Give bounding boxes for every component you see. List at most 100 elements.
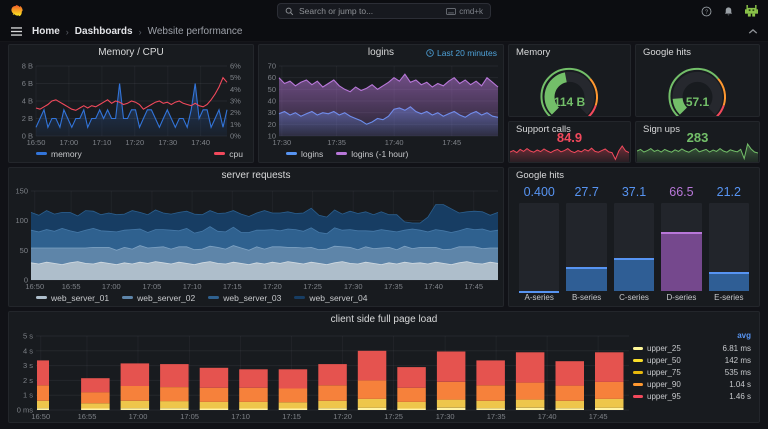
stat-value: 84.9 [556,130,583,145]
svg-text:16:50: 16:50 [31,412,50,421]
collapse-nav-button[interactable] [748,28,758,35]
svg-text:17:30: 17:30 [344,282,363,291]
svg-text:17:40: 17:40 [424,282,443,291]
stat-value: 283 [686,130,709,145]
bar-value: 37.1 [621,185,647,199]
svg-text:17:05: 17:05 [180,412,199,421]
help-button[interactable]: ? [701,6,712,17]
svg-text:17:30: 17:30 [158,138,177,147]
svg-text:3%: 3% [230,97,241,106]
avatar [745,4,758,17]
breadcrumb-current: Website performance [147,26,243,37]
svg-text:17:35: 17:35 [384,282,403,291]
svg-text:17:40: 17:40 [385,138,404,147]
legend-swatch [633,371,643,374]
legend-item[interactable]: web_server_02 [122,293,195,303]
svg-text:150: 150 [15,187,28,196]
bar-category-label: D-series [666,293,697,302]
svg-text:0%: 0% [230,132,241,141]
notifications-button[interactable] [723,6,734,17]
legend-item[interactable]: logins [286,149,323,159]
panel-logins: logins Last 20 minutes 10 20 30 40 50 60 70 17:… [258,44,504,163]
legend-swatch [208,296,220,299]
svg-text:16:55: 16:55 [62,282,81,291]
breadcrumb-dashboards[interactable]: Dashboards [75,26,133,37]
svg-text:17:30: 17:30 [436,412,455,421]
panel-title[interactable]: server requests [9,168,503,184]
legend-item[interactable]: web_server_04 [294,293,368,303]
logins-svg: 1020304050607017:30 17:35 17:40 17:45 [268,62,499,147]
legend-swatch [336,152,348,155]
legend-item[interactable]: upper_90 1.04 s [633,379,751,390]
legend-swatch [633,359,643,362]
svg-text:17:10: 17:10 [93,138,112,147]
legend-item[interactable]: upper_50 142 ms [633,355,751,366]
svg-text:17:45: 17:45 [589,412,608,421]
mega-menu-toggle[interactable] [10,26,23,37]
chevron-up-icon [748,28,758,34]
grafana-logo-icon [11,5,23,17]
legend-item[interactable]: logins (-1 hour) [336,149,408,159]
memory-cpu-legend: memory cpu [9,148,253,162]
svg-text:50: 50 [268,85,276,94]
chevron-right-icon: › [138,26,142,37]
client-load-chart[interactable]: 0 ms 1 s2 s3 s4 s5 s 16:50 16:55 17:00 17:05 1… [9,328,633,422]
legend-item[interactable]: upper_75 535 ms [633,367,751,378]
bar-gauge-column[interactable]: 21.2 E-series [708,185,750,304]
svg-text:17:00: 17:00 [59,138,78,147]
legend-item[interactable]: upper_25 6.81 ms [633,343,751,354]
panel-client-load: client side full page load 0 ms 1 s2 s3 s… [8,311,760,423]
breadcrumb: Home › Dashboards › Website performance [32,26,242,37]
time-range-badge[interactable]: Last 20 minutes [426,45,497,61]
bar-gauge-column[interactable]: 66.5 D-series [661,185,702,304]
svg-text:5%: 5% [230,73,241,82]
server-requests-chart[interactable]: 0 50 100 150 16:50 16:55 17:00 17:05 17:10 17:15 1… [9,184,503,292]
search-shortcut: cmd+k [446,7,483,16]
legend-item[interactable]: memory [36,149,82,159]
svg-text:5 s: 5 s [23,332,33,341]
bar-gauge-column[interactable]: 37.1 C-series [613,185,655,304]
logins-legend: logins logins (-1 hour) [259,148,503,162]
bar-category-label: C-series [619,293,649,302]
bar-value: 21.2 [716,185,741,199]
grafana-logo[interactable] [10,4,24,18]
bar-track [519,203,560,293]
logins-chart[interactable]: 10 20 30 40 50 60 70 17:30 17:35 17:40 17:45 [259,61,503,148]
panel-memory-gauge: Memory 114 B [508,44,631,117]
legend-item[interactable]: upper_95 1.46 s [633,391,751,402]
search-input[interactable]: Search or jump to... cmd+k [277,3,491,19]
svg-text:17:15: 17:15 [223,282,242,291]
breadcrumb-bar: Home › Dashboards › Website performance [0,22,768,42]
panel-title[interactable]: Google hits [636,45,759,60]
user-avatar[interactable] [745,4,758,18]
legend-swatch [286,152,297,155]
panel-title[interactable]: Memory / CPU [9,45,253,61]
legend-item[interactable]: web_server_03 [208,293,281,303]
bar-track [613,203,655,291]
svg-text:3 s: 3 s [23,361,33,370]
panel-title[interactable]: client side full page load [9,312,759,328]
server_requests-svg: 05010015016:50 16:55 17:00 17:05 17:10 17:15 1… [15,187,499,291]
legend-item[interactable]: web_server_01 [36,293,109,303]
bar-gauge-column[interactable]: 0.400 A-series [519,185,560,304]
svg-text:2 B: 2 B [22,114,33,123]
breadcrumb-home[interactable]: Home [32,26,60,37]
bar-value: 0.400 [523,185,555,199]
legend-swatch [214,152,226,155]
bar-fill [708,272,750,291]
svg-text:70: 70 [268,62,276,71]
help-icon: ? [701,6,712,16]
chevron-right-icon: › [65,26,69,37]
svg-text:30: 30 [268,108,276,117]
bell-icon [724,6,733,15]
panel-title[interactable]: Google hits [509,168,759,183]
svg-text:8 B: 8 B [22,62,33,71]
panel-title[interactable]: Memory [509,45,630,60]
bar-gauge-column[interactable]: 27.7 B-series [566,185,607,304]
memory-cpu-chart[interactable]: 0 B2 B4 B6 B8 B 0% 1% 2% 3% 4% 5% 6% 16:50 17:00 1… [9,61,253,148]
search-icon [285,7,294,15]
legend-item[interactable]: cpu [214,149,243,159]
panel-title[interactable]: logins [368,47,394,58]
legend-avg-header[interactable]: avg [633,331,751,342]
server-requests-legend: web_server_01 web_server_02 web_server_03 w… [9,292,503,306]
